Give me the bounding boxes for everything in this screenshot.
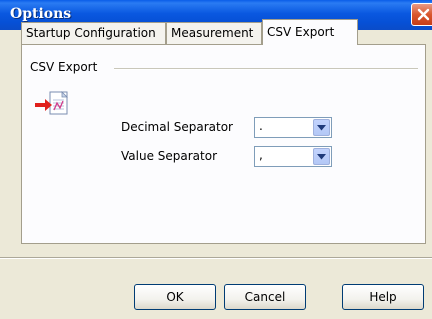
value-separator-dropdown-button[interactable] [313, 148, 330, 165]
tab-measurement[interactable]: Measurement [166, 22, 262, 44]
tab-label: Startup Configuration [26, 26, 156, 40]
ok-button[interactable]: OK [134, 284, 216, 310]
chevron-down-icon [317, 154, 326, 160]
group-label: CSV Export [30, 60, 102, 74]
value-separator-label: Value Separator [121, 149, 218, 163]
decimal-separator-value: . [259, 119, 263, 133]
close-button[interactable] [411, 3, 432, 26]
tab-label: CSV Export [267, 25, 335, 39]
chevron-down-icon [317, 125, 326, 131]
close-icon [417, 8, 430, 21]
tab-startup-configuration[interactable]: Startup Configuration [21, 22, 166, 44]
decimal-separator-select[interactable]: . [254, 117, 332, 138]
csv-export-icon [35, 91, 68, 115]
decimal-separator-label: Decimal Separator [121, 120, 233, 134]
tab-csv-export[interactable]: CSV Export [262, 19, 358, 45]
decimal-separator-dropdown-button[interactable] [313, 119, 330, 136]
value-separator-select[interactable]: , [254, 146, 332, 167]
button-bar-divider [0, 257, 432, 259]
help-button[interactable]: Help [342, 284, 424, 310]
value-separator-value: , [259, 148, 263, 162]
cancel-button[interactable]: Cancel [224, 284, 306, 310]
window-title: Options [10, 6, 72, 22]
csv-export-panel [21, 44, 426, 244]
group-divider [114, 68, 418, 70]
tab-label: Measurement [171, 26, 254, 40]
